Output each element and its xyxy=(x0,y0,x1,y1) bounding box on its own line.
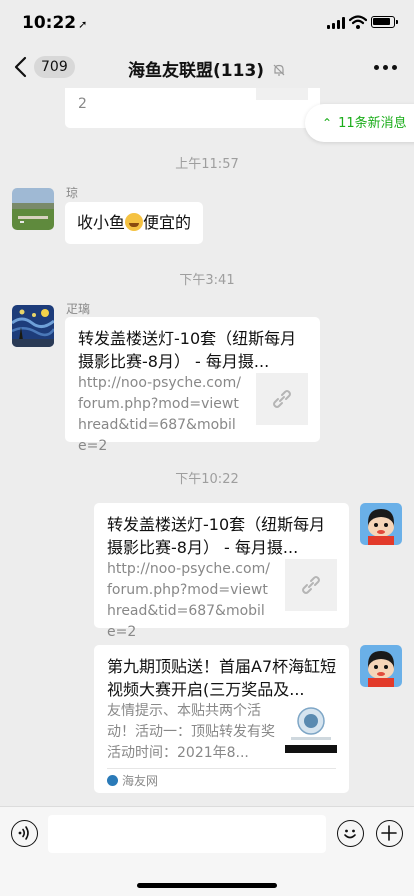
starry-night-avatar-image xyxy=(12,305,54,347)
article-message-self[interactable]: 第九期顶贴送！首届A7杯海缸短视频大赛开启(三万奖品及... 友情提示、本贴共两… xyxy=(94,645,349,793)
new-messages-label: 11条新消息 xyxy=(338,116,407,131)
source-logo-icon xyxy=(107,775,118,786)
nav-bar: 709 海鱼友联盟(113) xyxy=(0,46,414,88)
landscape-avatar-image xyxy=(12,188,54,230)
divider xyxy=(107,768,336,769)
link-title: 转发盖楼送灯-10套（纽斯每月摄影比赛-8月） - 每月摄... xyxy=(107,515,326,557)
status-time: 10:22 ➚ xyxy=(22,13,87,33)
emoji-button[interactable] xyxy=(337,820,364,847)
text-message[interactable]: 收小鱼 便宜的 xyxy=(65,202,204,244)
link-message-self[interactable]: 转发盖楼送灯-10套（纽斯每月摄影比赛-8月） - 每月摄... http://… xyxy=(94,503,349,640)
mute-bell-icon xyxy=(273,64,285,76)
chat-history[interactable]: rum.php?mod=viewthread&tid=687&mobile=2 … xyxy=(0,88,414,806)
link-thumbnail xyxy=(256,373,308,425)
article-thumbnail xyxy=(285,701,337,753)
double-chevron-up-icon: ⌃ xyxy=(322,116,333,130)
new-messages-button[interactable]: ⌃ 11条新消息 xyxy=(305,104,414,142)
face-with-tears-icon xyxy=(125,213,144,231)
message-text: 便宜的 xyxy=(143,213,192,232)
input-bar xyxy=(0,806,414,896)
link-url: http://noo-psyche.com/forum.php?mod=view… xyxy=(107,561,270,640)
link-message[interactable]: 转发盖楼送灯-10套（纽斯每月摄影比赛-8月） - 每月摄... http://… xyxy=(65,317,320,454)
message-input[interactable] xyxy=(48,815,326,853)
chat-title-text: 海鱼友联盟(113) xyxy=(128,61,265,81)
more-options-button[interactable] xyxy=(374,65,398,71)
location-arrow-icon: ➚ xyxy=(78,18,88,31)
sender-name: 琼 xyxy=(66,186,79,200)
link-thumbnail xyxy=(256,88,308,100)
cartoon-boy-avatar-image xyxy=(360,503,402,545)
message-text: 收小鱼 xyxy=(77,213,126,232)
article-title: 第九期顶贴送！首届A7杯海缸短视频大赛开启(三万奖品及... xyxy=(107,657,337,699)
cartoon-boy-avatar-image xyxy=(360,645,402,687)
chat-title: 海鱼友联盟(113) xyxy=(0,56,414,81)
link-icon xyxy=(273,390,291,408)
smiley-icon xyxy=(344,829,356,839)
sender-name: 疋璃 xyxy=(66,302,91,316)
link-url: http://noo-psyche.com/forum.php?mod=view… xyxy=(78,375,241,454)
link-icon xyxy=(302,576,320,594)
battery-icon xyxy=(371,16,398,28)
plus-icon xyxy=(381,825,397,841)
article-source-text: 海友网 xyxy=(122,774,159,788)
article-description: 友情提示、本贴共两个活动！活动一：顶贴转发有奖活动时间：2021年8... xyxy=(107,703,275,761)
link-message-partial[interactable]: rum.php?mod=viewthread&tid=687&mobile=2 xyxy=(65,88,320,128)
time-divider: 上午11:57 xyxy=(175,157,239,172)
self-avatar[interactable] xyxy=(360,645,402,687)
time-divider: 下午3:41 xyxy=(179,273,235,288)
time-divider: 下午10:22 xyxy=(175,472,239,487)
voice-wave-icon xyxy=(18,826,29,840)
status-time-text: 10:22 xyxy=(22,13,77,33)
self-avatar[interactable] xyxy=(360,503,402,545)
cellular-signal-icon xyxy=(327,17,345,29)
link-url: rum.php?mod=viewthread&tid=687&mobile=2 xyxy=(78,88,242,112)
avatar[interactable] xyxy=(12,305,54,347)
contest-poster-image xyxy=(285,701,337,753)
wifi-icon xyxy=(349,15,367,29)
voice-input-button[interactable] xyxy=(11,820,38,847)
article-source: 海友网 xyxy=(107,774,158,788)
status-bar: 10:22 ➚ xyxy=(0,0,414,46)
home-indicator[interactable] xyxy=(137,883,277,888)
link-title: 转发盖楼送灯-10套（纽斯每月摄影比赛-8月） - 每月摄... xyxy=(78,329,297,371)
avatar[interactable] xyxy=(12,188,54,230)
link-thumbnail xyxy=(285,559,337,611)
more-functions-button[interactable] xyxy=(376,820,403,847)
